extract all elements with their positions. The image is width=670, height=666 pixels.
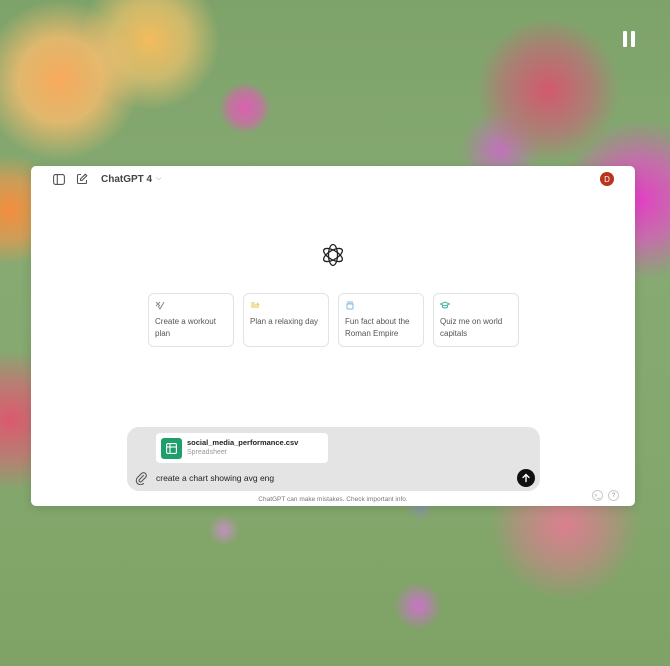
lounge-chair-icon	[251, 302, 260, 308]
help-button[interactable]: ?	[608, 490, 619, 501]
sidebar-toggle-icon[interactable]	[51, 171, 67, 187]
hat-icon	[346, 301, 354, 310]
terminal-icon[interactable]: ›_	[592, 490, 603, 501]
attachment-file-type: Spreadsheet	[187, 449, 227, 456]
model-selector[interactable]: ChatGPT 4 ⌵	[101, 172, 161, 186]
suggestion-card-quiz[interactable]: Quiz me on world capitals	[433, 293, 519, 347]
suggestion-label: Plan a relaxing day	[250, 317, 319, 326]
prompt-input[interactable]	[156, 472, 496, 484]
suggestion-card-workout[interactable]: Create a workout plan	[148, 293, 234, 347]
suggestion-label: Create a workout plan	[155, 317, 216, 338]
chevron-down-icon: ⌵	[156, 175, 162, 182]
send-button[interactable]	[517, 469, 535, 487]
arrow-up-icon	[522, 473, 530, 483]
openai-logo-icon	[322, 243, 344, 267]
dumbbell-icon	[155, 301, 165, 310]
chat-window: ChatGPT 4 ⌵ D Create a workout plan Plan…	[31, 166, 635, 506]
attachment-file-name: social_media_performance.csv	[187, 438, 299, 447]
disclaimer-text: ChatGPT can make mistakes. Check importa…	[258, 496, 408, 503]
spreadsheet-icon	[161, 437, 182, 459]
new-chat-icon[interactable]	[74, 171, 90, 187]
message-composer: social_media_performance.csv Spreadsheet	[127, 427, 540, 491]
graduation-cap-icon	[440, 301, 450, 309]
avatar[interactable]: D	[600, 172, 614, 186]
suggestion-label: Fun fact about the Roman Empire	[345, 317, 410, 338]
suggestion-label: Quiz me on world capitals	[440, 317, 503, 338]
model-name: ChatGPT 4	[101, 173, 153, 185]
file-attachment[interactable]: social_media_performance.csv Spreadsheet	[156, 433, 328, 463]
pause-bar-left	[623, 31, 627, 47]
top-bar: ChatGPT 4 ⌵ D	[31, 166, 635, 192]
pause-icon[interactable]	[621, 31, 637, 47]
suggestion-cards: Create a workout plan Plan a relaxing da…	[148, 293, 519, 347]
suggestion-card-relax[interactable]: Plan a relaxing day	[243, 293, 329, 347]
pause-bar-right	[631, 31, 635, 47]
paperclip-icon[interactable]	[135, 471, 147, 485]
suggestion-card-roman[interactable]: Fun fact about the Roman Empire	[338, 293, 424, 347]
